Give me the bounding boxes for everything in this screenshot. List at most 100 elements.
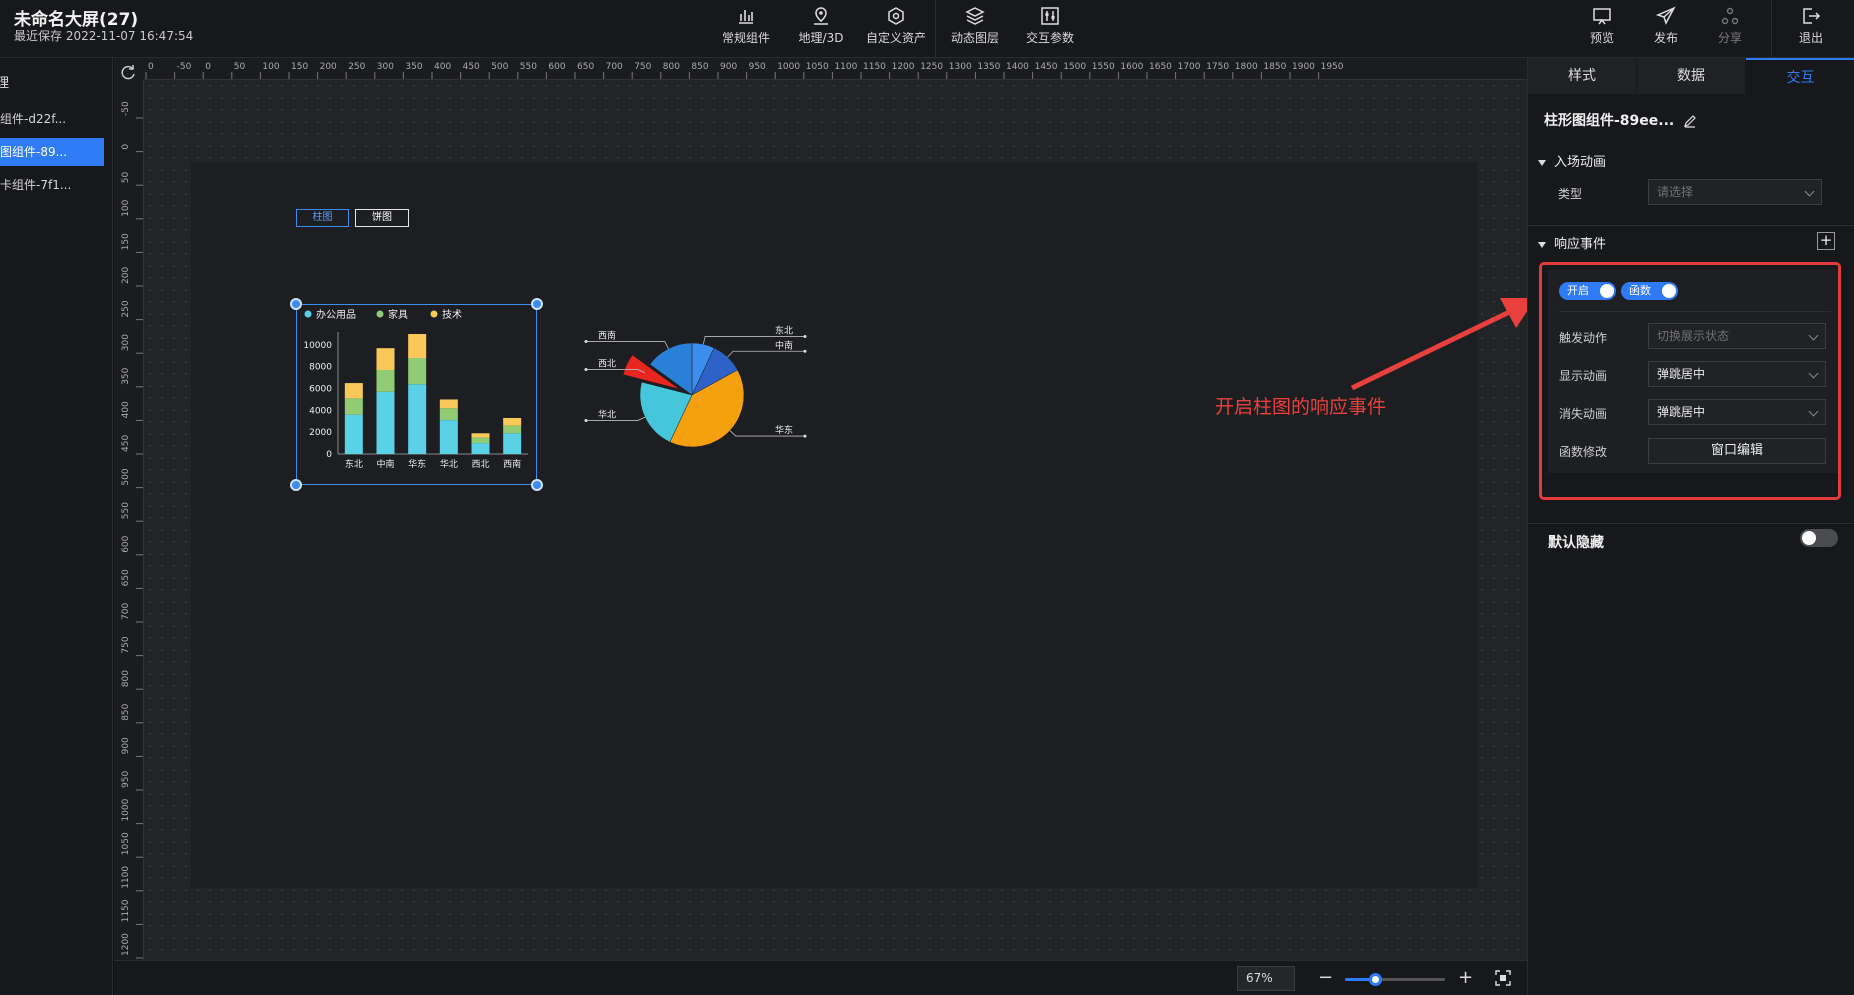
exit-button[interactable]: 退出 — [1772, 4, 1850, 46]
chevron-down-icon — [1804, 186, 1815, 197]
divider — [1528, 523, 1854, 524]
zoom-input[interactable]: 67% — [1237, 966, 1295, 991]
add-event-button[interactable]: + — [1817, 232, 1835, 250]
ruler-label: 900 — [720, 62, 737, 72]
ruler-label: 900 — [121, 737, 131, 754]
ruler-label: 100 — [262, 62, 279, 72]
pie-label: 西北 — [598, 358, 616, 369]
ruler-label: 600 — [121, 535, 131, 552]
bottom-bar — [114, 960, 1527, 995]
tool-custom-assets[interactable]: 自定义资产 — [857, 4, 935, 46]
pie-leader-line — [729, 430, 805, 437]
ruler-label: 800 — [663, 62, 680, 72]
ruler-label: 250 — [121, 300, 131, 317]
tool-label: 常规组件 — [721, 31, 770, 45]
tool-general-components[interactable]: 常规组件 — [707, 4, 785, 46]
switch-knob — [1802, 531, 1816, 545]
ruler-label: 1850 — [1263, 62, 1286, 72]
ruler-label: 50 — [121, 171, 131, 183]
ruler-label: 1150 — [863, 62, 886, 72]
select-placeholder: 请选择 — [1657, 185, 1694, 199]
ruler-label: 850 — [691, 62, 708, 72]
pie-label: 中南 — [775, 339, 793, 351]
ruler-label: 550 — [520, 62, 537, 72]
ruler-label: 50 — [234, 62, 246, 72]
horizontal-ruler: 0 -50 0 50 100 150 200 250 300 350 400 450 500 550 600… — [144, 58, 1527, 80]
tab-style[interactable]: 样式 — [1528, 58, 1636, 94]
artboard[interactable] — [191, 162, 1477, 888]
ruler-label: 150 — [121, 233, 131, 250]
tool-label: 地理/3D — [798, 31, 844, 45]
zoom-out-button[interactable]: − — [1318, 967, 1333, 988]
default-hidden-switch[interactable] — [1800, 529, 1838, 547]
pie-toggle-button[interactable]: 饼图 — [355, 209, 409, 227]
resize-handle-tl[interactable] — [290, 298, 302, 310]
pie-chart[interactable]: 东北中南华东 华北 西北 西南 — [580, 315, 810, 465]
resize-handle-bl[interactable] — [290, 479, 302, 491]
zoom-in-button[interactable]: + — [1458, 967, 1473, 988]
pie-leader-dot — [803, 434, 807, 438]
animation-type-select[interactable]: 请选择 — [1648, 179, 1822, 205]
tool-dynamic-layers[interactable]: 动态图层 — [936, 4, 1014, 46]
ruler-label: 950 — [749, 62, 766, 72]
ruler-label: 1200 — [892, 62, 915, 72]
bar-toggle-button[interactable]: 柱图 — [296, 209, 349, 227]
resize-handle-br[interactable] — [531, 479, 543, 491]
response-events-header[interactable]: 响应事件 — [1538, 233, 1606, 252]
ruler-label: 1450 — [1035, 62, 1058, 72]
vertical-ruler-ticks: -50 0 50 100 150 200 250 300 350 400 450 500 550 600 6… — [121, 101, 143, 959]
tab-interaction[interactable]: 交互 — [1746, 58, 1854, 94]
map-pin-icon — [814, 7, 828, 25]
tool-label: 交互参数 — [1025, 31, 1074, 45]
entry-animation-title: 入场动画 — [1554, 155, 1607, 170]
pie-label: 华北 — [598, 409, 616, 421]
properties-panel: 样式 数据 交互 柱形图组件-89ee... 入场动画 类型 请选择 响应事件 … — [1527, 58, 1854, 995]
layers-icon — [965, 7, 985, 25]
resize-handle-tr[interactable] — [531, 298, 543, 310]
pie-leader-dot — [584, 367, 588, 371]
layer-item[interactable]: 组件-d22f... — [0, 105, 104, 133]
ruler-label: 1150 — [121, 899, 131, 922]
pie-leader-dot — [803, 334, 807, 338]
hexagon-icon — [888, 7, 904, 25]
component-title: 柱形图组件-89ee... — [1544, 110, 1697, 130]
tool-interaction-params[interactable]: 交互参数 — [1011, 4, 1089, 46]
pie-leader-dot — [584, 340, 588, 344]
annotation-highlight-box — [1539, 262, 1841, 500]
pie-label: 东北 — [775, 324, 793, 336]
divider — [1528, 225, 1854, 226]
fit-screen-icon[interactable] — [1495, 970, 1511, 986]
ruler-label: 750 — [634, 62, 651, 72]
ruler-label: 350 — [405, 62, 422, 72]
ruler-label: 450 — [121, 435, 131, 452]
ruler-label: 500 — [121, 468, 131, 485]
tab-data[interactable]: 数据 — [1637, 58, 1745, 94]
ruler-label: 1900 — [1292, 62, 1315, 72]
pie-leader-dot — [803, 349, 807, 353]
ruler-label: 1000 — [121, 798, 131, 821]
ruler-label: 100 — [121, 199, 131, 216]
ruler-label: 850 — [121, 703, 131, 720]
tool-geo-3d[interactable]: 地理/3D — [782, 4, 860, 46]
tool-label: 自定义资产 — [865, 31, 926, 45]
edit-pencil-icon[interactable] — [1683, 114, 1697, 128]
ruler-label: 650 — [577, 62, 594, 72]
ruler-label: 1250 — [920, 62, 943, 72]
ruler-label: 1800 — [1235, 62, 1258, 72]
zoom-slider-knob[interactable] — [1369, 973, 1382, 986]
ruler-label: 1400 — [1006, 62, 1029, 72]
layer-item-active[interactable]: 图组件-89... — [0, 138, 104, 166]
ruler-label: 1100 — [834, 62, 857, 72]
layer-item[interactable]: 卡组件-7f1... — [0, 171, 104, 199]
tool-label: 预览 — [1589, 31, 1614, 45]
ruler-label: 150 — [291, 62, 308, 72]
ruler-label: 1550 — [1092, 62, 1115, 72]
layer-panel-title: 理 — [0, 76, 10, 91]
response-events-title: 响应事件 — [1554, 237, 1607, 252]
entry-animation-header[interactable]: 入场动画 — [1538, 151, 1606, 170]
send-icon — [1656, 6, 1676, 25]
ruler-label: 0 — [121, 144, 131, 150]
pie-leader-line — [727, 350, 805, 358]
share-button[interactable]: 分享 — [1691, 4, 1769, 46]
tool-label: 退出 — [1798, 31, 1823, 45]
